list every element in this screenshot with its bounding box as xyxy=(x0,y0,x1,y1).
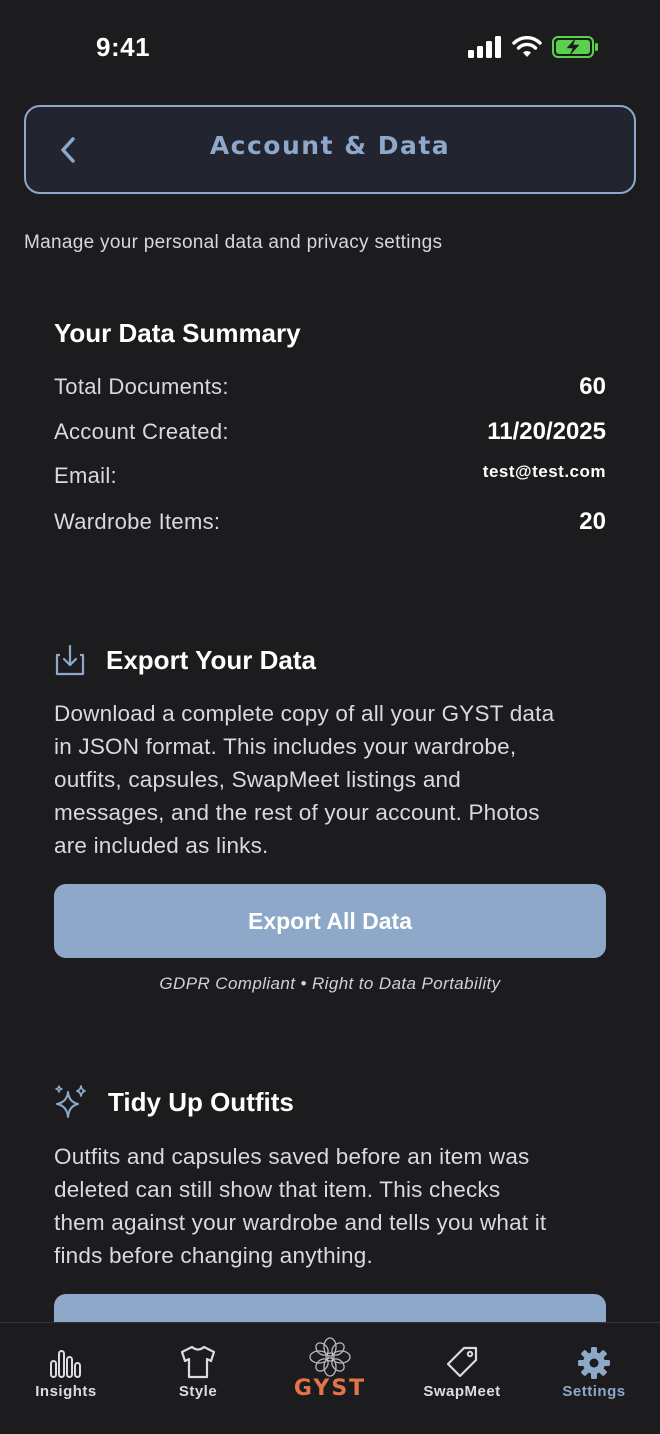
gdpr-note: GDPR Compliant • Right to Data Portabili… xyxy=(159,974,501,993)
export-title: Export Your Data xyxy=(106,644,316,675)
summary-label: Total Documents: xyxy=(54,374,229,399)
summary-label: Account Created: xyxy=(54,419,229,444)
header-bar: Account & Data xyxy=(24,105,636,194)
page-subtitle: Manage your personal data and privacy se… xyxy=(24,232,443,253)
tab-gyst-home[interactable]: GYST xyxy=(264,1323,396,1423)
export-description-line: messages, and the rest of your account. … xyxy=(54,800,540,825)
summary-value: 20 xyxy=(579,508,606,535)
gyst-logo-text: GYST xyxy=(293,1376,367,1401)
tidy-description-line: them against your wardrobe and tells you… xyxy=(54,1210,547,1235)
wifi-icon xyxy=(512,36,542,63)
flower-logo-icon xyxy=(309,1337,351,1377)
battery-icon xyxy=(552,36,600,63)
export-section-header: Export Your Data xyxy=(54,643,316,677)
tab-label: Style xyxy=(178,1383,218,1400)
summary-row-account-created: Account Created: 11/20/2025 xyxy=(54,418,606,446)
summary-row-wardrobe-items: Wardrobe Items: 20 xyxy=(54,508,606,536)
tab-label: SwapMeet xyxy=(423,1383,501,1400)
summary-row-email: Email: test@test.com xyxy=(54,462,606,489)
tshirt-icon xyxy=(180,1345,216,1379)
export-description-line: outfits, capsules, SwapMeet listings and xyxy=(54,767,461,792)
tidy-title: Tidy Up Outfits xyxy=(108,1086,294,1117)
tidy-description-line: deleted can still show that item. This c… xyxy=(54,1177,501,1202)
status-icons xyxy=(468,36,600,63)
download-icon xyxy=(55,644,85,676)
gear-icon xyxy=(578,1347,610,1379)
export-description-line: Download a complete copy of all your GYS… xyxy=(54,701,555,726)
summary-title: Your Data Summary xyxy=(54,318,301,348)
tab-settings[interactable]: Settings xyxy=(528,1323,660,1423)
sparkles-icon xyxy=(55,1085,86,1118)
tidy-description-line: Outfits and capsules saved before an ite… xyxy=(54,1144,530,1169)
tag-icon xyxy=(446,1346,478,1378)
tab-style[interactable]: Style xyxy=(132,1323,264,1423)
tidy-description: Outfits and capsules saved before an ite… xyxy=(54,1140,614,1272)
tidy-section-header: Tidy Up Outfits xyxy=(54,1084,294,1120)
summary-value: 11/20/2025 xyxy=(487,418,606,445)
status-bar: 9:41 xyxy=(0,0,660,96)
export-description-line: in JSON format. This includes your wardr… xyxy=(54,734,517,759)
tab-swapmeet[interactable]: SwapMeet xyxy=(396,1323,528,1423)
summary-label: Email: xyxy=(54,463,117,488)
export-all-data-button[interactable]: Export All Data xyxy=(54,884,606,958)
summary-value: 60 xyxy=(579,373,606,400)
bar-chart-icon xyxy=(50,1350,81,1378)
status-time: 9:41 xyxy=(96,32,151,62)
tab-label: Insights xyxy=(35,1383,97,1400)
summary-label: Wardrobe Items: xyxy=(54,509,221,534)
summary-value: test@test.com xyxy=(482,462,606,481)
export-button-label: Export All Data xyxy=(247,907,412,934)
tab-bar: Insights Style GYST SwapMeet Settings xyxy=(0,1322,660,1434)
tab-label: Settings xyxy=(562,1383,626,1400)
tidy-description-line: finds before changing anything. xyxy=(54,1243,373,1268)
signal-icon xyxy=(468,36,502,63)
page-title: Account & Data xyxy=(209,131,451,160)
tab-insights[interactable]: Insights xyxy=(0,1323,132,1423)
export-description-line: are included as links. xyxy=(54,833,269,858)
export-description: Download a complete copy of all your GYS… xyxy=(54,697,614,862)
summary-row-total-documents: Total Documents: 60 xyxy=(54,373,606,401)
